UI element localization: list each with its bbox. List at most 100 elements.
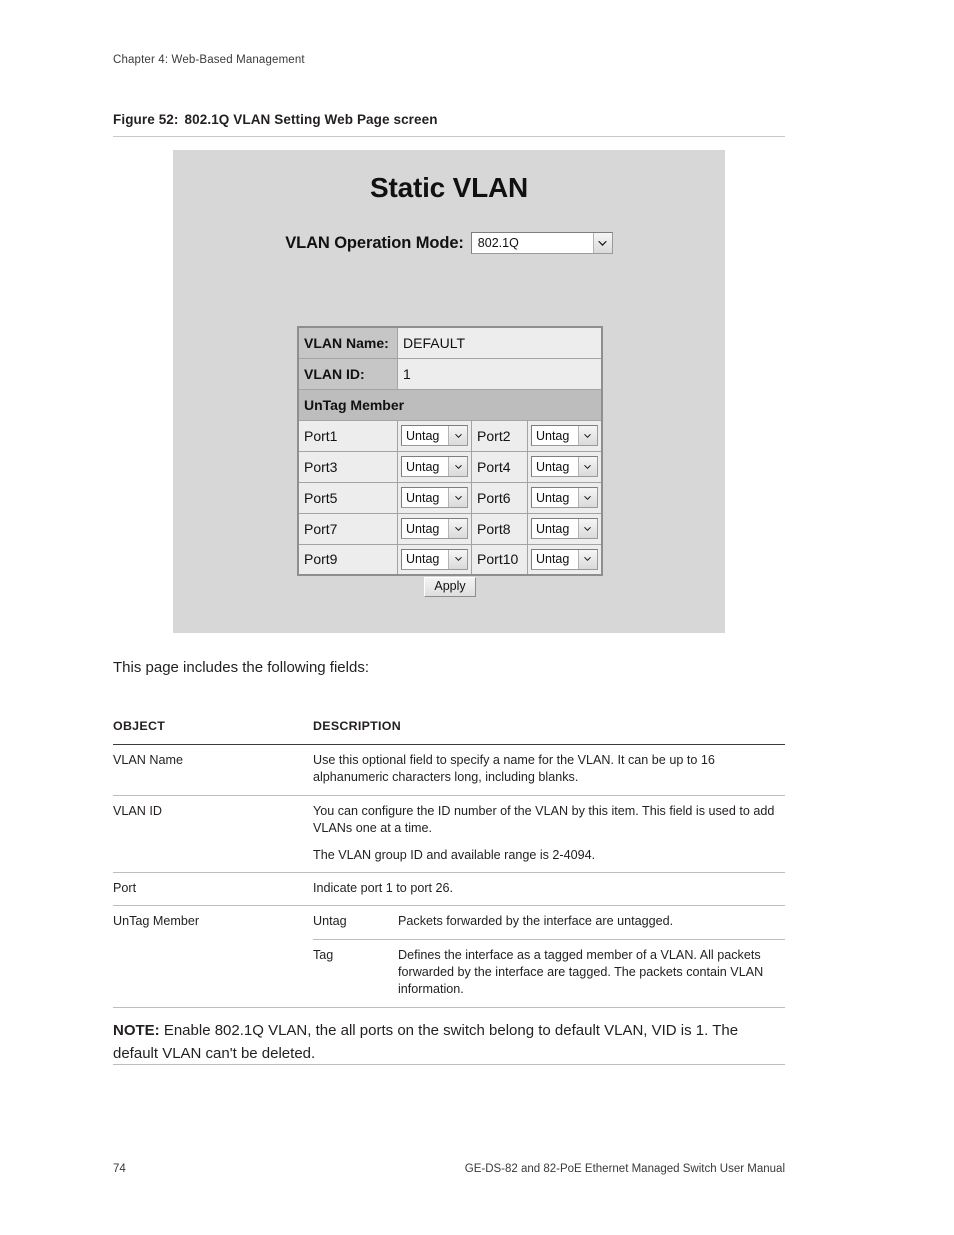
note-text: Enable 802.1Q VLAN, the all ports on the…: [113, 1022, 739, 1062]
table-row: UnTag Member Untag Packets forwarded by …: [113, 905, 785, 1008]
chapter-running-header: Chapter 4: Web-Based Management: [113, 54, 305, 66]
lead-paragraph: This page includes the following fields:: [113, 659, 369, 676]
port-row: Port5 Untag Port6 Untag: [297, 481, 603, 514]
chevron-down-icon: [448, 549, 468, 569]
port-label-right: Port4: [471, 450, 528, 483]
port-tag-value-right: Untag: [535, 521, 570, 536]
port-label-left: Port3: [297, 450, 399, 483]
port-label-right: Port8: [471, 512, 528, 545]
note-label: NOTE:: [113, 1022, 160, 1039]
document-page: Chapter 4: Web-Based Management Figure 5…: [0, 0, 954, 1235]
sub-option-description: Defines the interface as a tagged member…: [398, 939, 785, 1008]
port-row: Port7 Untag Port8 Untag: [297, 512, 603, 545]
port-tag-value-right: Untag: [535, 428, 570, 443]
description-paragraph: The VLAN group ID and available range is…: [313, 847, 596, 862]
table-row: Port Indicate port 1 to port 26.: [113, 872, 785, 907]
object-name: Port: [113, 872, 313, 907]
chevron-down-icon: [577, 549, 597, 569]
screenshot-page-title: Static VLAN: [369, 172, 529, 203]
port-tag-select-left[interactable]: Untag: [397, 543, 473, 576]
vlan-name-input[interactable]: DEFAULT: [397, 326, 603, 359]
table-row: VLAN Name Use this optional field to spe…: [113, 744, 785, 796]
port-tag-value-right: Untag: [535, 459, 570, 474]
untag-member-section-row: UnTag Member: [297, 388, 603, 421]
object-description: Use this optional field to specify a nam…: [313, 744, 785, 796]
port-row: Port3 Untag Port4 Untag: [297, 450, 603, 483]
figure-caption: Figure 52: 802.1Q VLAN Setting Web Page s…: [113, 112, 438, 127]
chevron-down-icon: [448, 457, 468, 476]
field-description-table: OBJECT DESCRIPTION VLAN Name Use this op…: [113, 716, 785, 1008]
chevron-down-icon: [577, 426, 597, 445]
figure-title: 802.1Q VLAN Setting Web Page screen: [184, 112, 438, 127]
port-tag-value-left: Untag: [406, 552, 440, 567]
chevron-down-icon: [577, 488, 597, 507]
port-tag-value-left: Untag: [406, 428, 440, 443]
vlan-operation-mode-select[interactable]: 802.1Q: [470, 232, 613, 254]
vlan-operation-mode-row: VLAN Operation Mode: 802.1Q: [173, 232, 725, 254]
static-vlan-form-table: VLAN Name: DEFAULT VLAN ID: 1 UnTag Memb…: [297, 326, 603, 576]
chevron-down-icon: [577, 457, 597, 476]
chevron-down-icon: [577, 519, 597, 538]
footer-manual-title: GE-DS-82 and 82-PoE Ethernet Managed Swi…: [464, 1163, 785, 1175]
object-name: VLAN ID: [113, 795, 313, 873]
vlan-id-row: VLAN ID: 1: [297, 357, 603, 390]
port-label-left: Port7: [297, 512, 399, 545]
figure-number: Figure 52:: [113, 112, 179, 127]
object-description: You can configure the ID number of the V…: [313, 795, 785, 873]
chevron-down-icon: [448, 488, 468, 507]
note-bottom-divider: [113, 1064, 785, 1065]
port-label-left: Port1: [297, 419, 399, 452]
table-row: VLAN ID You can configure the ID number …: [113, 795, 785, 873]
vlan-id-input[interactable]: 1: [397, 357, 603, 390]
caption-divider: [113, 136, 785, 137]
table-header-row: OBJECT DESCRIPTION: [113, 716, 785, 746]
chevron-down-icon: [448, 426, 468, 445]
vlan-id-label: VLAN ID:: [297, 357, 399, 390]
port-tag-select-left[interactable]: Untag: [397, 481, 473, 514]
port-tag-value-left: Untag: [406, 490, 440, 505]
object-name: UnTag Member: [113, 905, 313, 1008]
port-tag-value-right: Untag: [535, 552, 570, 567]
port-tag-select-right[interactable]: Untag: [526, 512, 603, 545]
description-paragraph: Use this optional field to specify a nam…: [313, 753, 715, 785]
port-row: Port9 Untag Port10 Untag: [297, 543, 603, 576]
port-tag-select-left[interactable]: Untag: [397, 450, 473, 483]
embedded-screenshot: Static VLAN VLAN Operation Mode: 802.1Q …: [173, 150, 725, 633]
chevron-down-icon: [592, 233, 612, 253]
vlan-operation-mode-value: 802.1Q: [477, 236, 519, 250]
vlan-operation-mode-label: VLAN Operation Mode:: [285, 233, 464, 252]
port-tag-select-right[interactable]: Untag: [526, 543, 603, 576]
port-tag-select-left[interactable]: Untag: [397, 512, 473, 545]
untag-member-section-label: UnTag Member: [297, 388, 603, 421]
port-label-right: Port10: [471, 543, 528, 576]
footer-page-number: 74: [113, 1163, 126, 1175]
port-label-left: Port9: [297, 543, 399, 576]
apply-button-container: Apply: [297, 577, 603, 597]
description-paragraph: You can configure the ID number of the V…: [313, 803, 775, 836]
port-tag-select-right[interactable]: Untag: [526, 419, 603, 452]
object-description: Indicate port 1 to port 26.: [313, 872, 785, 907]
object-name: VLAN Name: [113, 744, 313, 796]
column-header-object: OBJECT: [113, 716, 313, 746]
sub-option-description: Packets forwarded by the interface are u…: [398, 905, 785, 940]
description-paragraph: Defines the interface as a tagged member…: [398, 947, 764, 997]
sub-option-label: Untag: [313, 905, 398, 940]
chevron-down-icon: [448, 519, 468, 538]
port-tag-select-right[interactable]: Untag: [526, 450, 603, 483]
port-tag-value-left: Untag: [406, 521, 440, 536]
description-paragraph: Packets forwarded by the interface are u…: [398, 914, 674, 929]
port-tag-select-right[interactable]: Untag: [526, 481, 603, 514]
port-row: Port1 Untag Port2 Untag: [297, 419, 603, 452]
description-paragraph: Indicate port 1 to port 26.: [313, 880, 454, 895]
apply-button[interactable]: Apply: [424, 577, 476, 597]
port-tag-select-left[interactable]: Untag: [397, 419, 473, 452]
port-label-left: Port5: [297, 481, 399, 514]
vlan-name-row: VLAN Name: DEFAULT: [297, 326, 603, 359]
note-block: NOTE: Enable 802.1Q VLAN, the all ports …: [113, 1010, 785, 1066]
column-header-description: DESCRIPTION: [313, 716, 785, 746]
port-tag-value-right: Untag: [535, 490, 570, 505]
port-tag-value-left: Untag: [406, 459, 440, 474]
port-label-right: Port2: [471, 419, 528, 452]
sub-option-label: Tag: [313, 939, 398, 1008]
port-label-right: Port6: [471, 481, 528, 514]
